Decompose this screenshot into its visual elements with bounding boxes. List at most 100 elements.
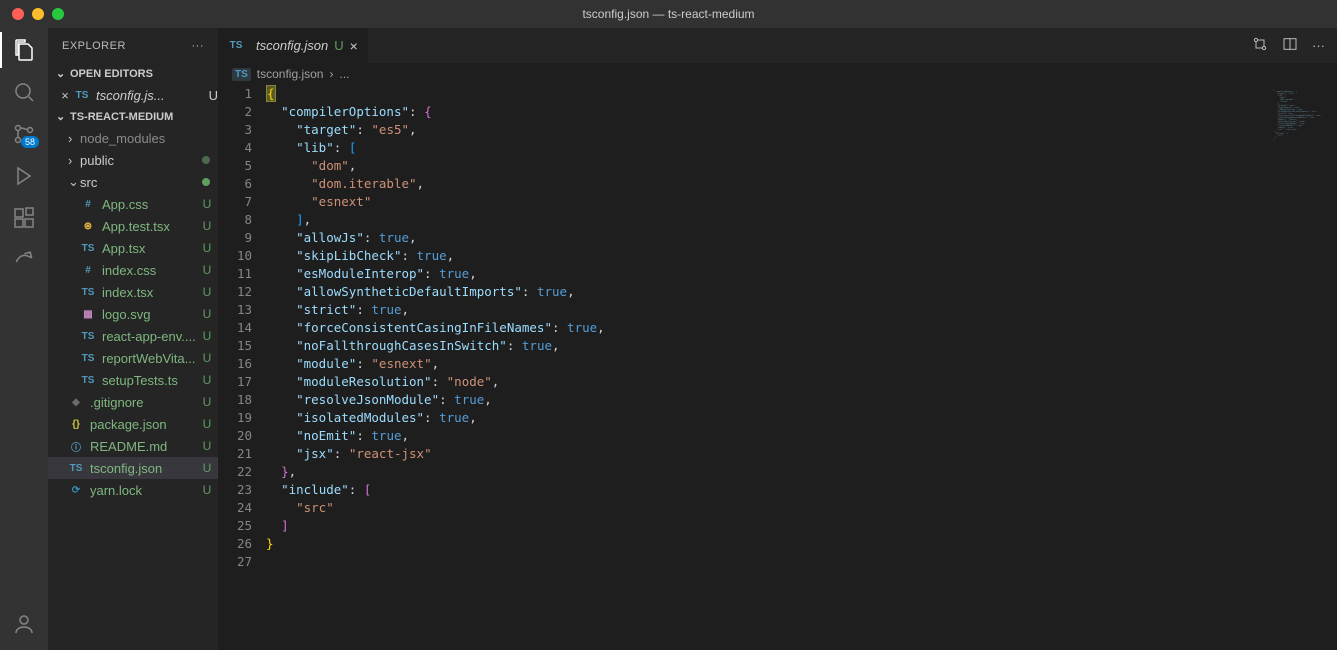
line-number: 1 — [218, 85, 252, 103]
titlebar: tsconfig.json — ts-react-medium — [0, 0, 1337, 28]
code-line: "noFallthroughCasesInSwitch": true, — [266, 337, 1337, 355]
git-status: U — [200, 373, 214, 387]
code-line: "isolatedModules": true, — [266, 409, 1337, 427]
tab-bar: TS tsconfig.json U × ··· — [218, 28, 1337, 63]
line-number: 6 — [218, 175, 252, 193]
code-editor[interactable]: 1234567891011121314151617181920212223242… — [218, 85, 1337, 650]
line-number: 27 — [218, 553, 252, 571]
line-number: 21 — [218, 445, 252, 463]
line-number: 22 — [218, 463, 252, 481]
code-line: ] — [266, 517, 1337, 535]
close-icon[interactable]: × — [56, 88, 74, 103]
git-status: U — [200, 417, 214, 431]
git-status: U — [200, 307, 214, 321]
line-number: 10 — [218, 247, 252, 265]
tree-file-react-app-env....[interactable]: TSreact-app-env....U — [48, 325, 218, 347]
sidebar-title: EXPLORER — [62, 40, 126, 52]
git-status: U — [200, 351, 214, 365]
project-section[interactable]: ⌄ TS-REACT-MEDIUM — [48, 106, 218, 127]
line-number: 5 — [218, 157, 252, 175]
code-line: "target": "es5", — [266, 121, 1337, 139]
line-number: 14 — [218, 319, 252, 337]
tree-folder-public[interactable]: ›public — [48, 149, 218, 171]
tree-file-reportWebVita...[interactable]: TSreportWebVita...U — [48, 347, 218, 369]
code-line: "dom", — [266, 157, 1337, 175]
tree-file-index.tsx[interactable]: TSindex.tsxU — [48, 281, 218, 303]
line-number: 25 — [218, 517, 252, 535]
git-status: U — [200, 483, 214, 497]
extensions-icon[interactable] — [12, 206, 36, 230]
tree-file-yarn.lock[interactable]: ⟳yarn.lockU — [48, 479, 218, 501]
tree-file-logo.svg[interactable]: ▦logo.svgU — [48, 303, 218, 325]
code-line: "skipLibCheck": true, — [266, 247, 1337, 265]
compare-changes-icon[interactable] — [1252, 36, 1268, 55]
code-line: ], — [266, 211, 1337, 229]
share-icon[interactable] — [12, 248, 36, 272]
git-modified-dot — [202, 178, 210, 186]
tree-file-App.css[interactable]: #App.cssU — [48, 193, 218, 215]
more-icon[interactable]: ··· — [192, 40, 205, 52]
code-line: "moduleResolution": "node", — [266, 373, 1337, 391]
search-icon[interactable] — [12, 80, 36, 104]
line-number: 11 — [218, 265, 252, 283]
tree-file-.gitignore[interactable]: ◆.gitignoreU — [48, 391, 218, 413]
code-line: "resolveJsonModule": true, — [266, 391, 1337, 409]
ts-config-icon: TS — [232, 68, 251, 81]
breadcrumbs[interactable]: TS tsconfig.json › ... — [218, 63, 1337, 85]
code-line: "module": "esnext", — [266, 355, 1337, 373]
tree-label: public — [80, 153, 202, 168]
line-number: 12 — [218, 283, 252, 301]
run-debug-icon[interactable] — [12, 164, 36, 188]
tree-file-tsconfig.json[interactable]: TStsconfig.jsonU — [48, 457, 218, 479]
tree-folder-src[interactable]: ⌄src — [48, 171, 218, 193]
tree-file-README.md[interactable]: ⓘREADME.mdU — [48, 435, 218, 457]
close-window-button[interactable] — [12, 8, 24, 20]
tree-label: App.tsx — [102, 241, 200, 256]
more-actions-icon[interactable]: ··· — [1312, 38, 1325, 53]
tree-label: setupTests.ts — [102, 373, 200, 388]
source-control-icon[interactable]: 58 — [12, 122, 36, 146]
code-line: "dom.iterable", — [266, 175, 1337, 193]
accounts-icon[interactable] — [12, 612, 36, 636]
window-title: tsconfig.json — ts-react-medium — [582, 7, 754, 21]
explorer-icon[interactable] — [12, 38, 36, 62]
file-tree: ›node_modules ›public ⌄src #App.cssU ⊛Ap… — [48, 127, 218, 650]
code-line: "allowSyntheticDefaultImports": true, — [266, 283, 1337, 301]
code-line: "compilerOptions": { — [266, 103, 1337, 121]
code-line: "esnext" — [266, 193, 1337, 211]
code-line: "jsx": "react-jsx" — [266, 445, 1337, 463]
tree-label: index.css — [102, 263, 200, 278]
tree-file-index.css[interactable]: #index.cssU — [48, 259, 218, 281]
code-line: }, — [266, 463, 1337, 481]
tree-label: package.json — [90, 417, 200, 432]
tab-label: tsconfig.json — [256, 38, 328, 53]
chevron-down-icon: ⌄ — [56, 110, 66, 123]
chevron-down-icon: ⌄ — [68, 174, 80, 190]
line-number: 16 — [218, 355, 252, 373]
line-number: 2 — [218, 103, 252, 121]
code-line: "allowJs": true, — [266, 229, 1337, 247]
code-line: "esModuleInterop": true, — [266, 265, 1337, 283]
git-status: U — [200, 219, 214, 233]
minimize-window-button[interactable] — [32, 8, 44, 20]
line-number: 9 — [218, 229, 252, 247]
tree-file-App.tsx[interactable]: TSApp.tsxU — [48, 237, 218, 259]
split-editor-icon[interactable] — [1282, 36, 1298, 55]
tree-file-setupTests.ts[interactable]: TSsetupTests.tsU — [48, 369, 218, 391]
line-number: 20 — [218, 427, 252, 445]
open-editor-item[interactable]: × TS tsconfig.js... U — [48, 84, 218, 106]
code-line: "strict": true, — [266, 301, 1337, 319]
minimap[interactable]: { "compilerOptions": { "target": "es5", … — [1273, 89, 1323, 143]
maximize-window-button[interactable] — [52, 8, 64, 20]
close-icon[interactable]: × — [350, 38, 358, 54]
open-editors-section[interactable]: ⌄ OPEN EDITORS — [48, 63, 218, 84]
line-number: 4 — [218, 139, 252, 157]
tree-file-App.test.tsx[interactable]: ⊛App.test.tsxU — [48, 215, 218, 237]
tree-file-package.json[interactable]: {}package.jsonU — [48, 413, 218, 435]
tree-label: reportWebVita... — [102, 351, 200, 366]
line-number: 7 — [218, 193, 252, 211]
editor-tab[interactable]: TS tsconfig.json U × — [218, 28, 369, 63]
tree-label: README.md — [90, 439, 200, 454]
tree-folder-node_modules[interactable]: ›node_modules — [48, 127, 218, 149]
tree-label: react-app-env.... — [102, 329, 200, 344]
